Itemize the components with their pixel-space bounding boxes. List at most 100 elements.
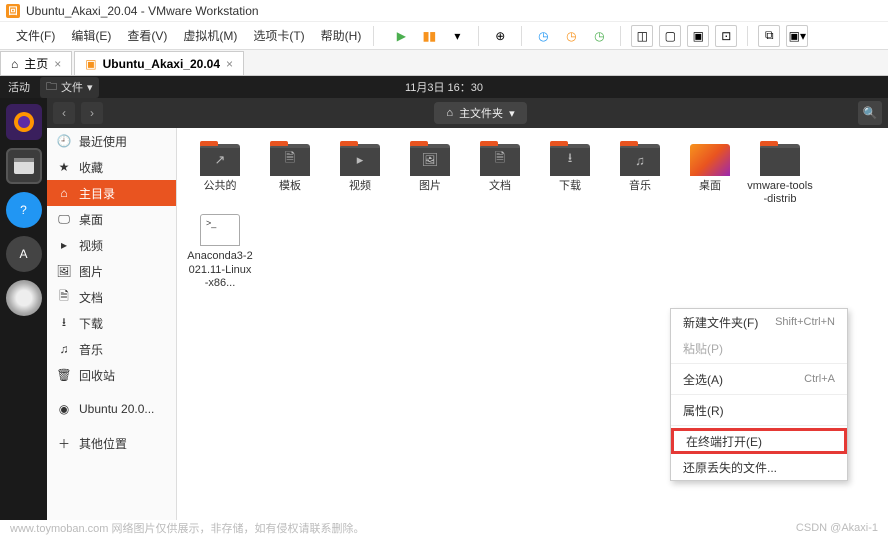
dvd-icon[interactable] bbox=[6, 280, 42, 316]
activities-button[interactable]: 活动 bbox=[8, 79, 30, 95]
folder-icon bbox=[760, 144, 800, 176]
file-label: Anaconda3-2021.11-Linux-x86... bbox=[187, 250, 253, 290]
context-menu-item[interactable]: 在终端打开(E) bbox=[671, 428, 847, 454]
sidebar-icon: 🗑 bbox=[57, 368, 71, 382]
file-item[interactable]: 🗎文档 bbox=[465, 140, 535, 210]
context-menu-item[interactable]: 全选(A)Ctrl+A bbox=[671, 366, 847, 392]
tool-button[interactable]: ◷ bbox=[532, 25, 554, 47]
layout-button[interactable]: ▢ bbox=[659, 25, 681, 47]
file-grid-area[interactable]: ↗公共的🗎模板▸视频🖼图片🗎文档⭳下载♫音乐桌面vmware-tools-dis… bbox=[177, 128, 888, 520]
menu-item[interactable]: 文件(F) bbox=[8, 27, 63, 44]
file-label: 图片 bbox=[419, 180, 441, 193]
folder-icon: ⭳ bbox=[550, 144, 590, 176]
vmware-logo-icon: 回 bbox=[6, 4, 20, 18]
file-item[interactable]: ↗公共的 bbox=[185, 140, 255, 210]
sidebar-device[interactable]: ◉ Ubuntu 20.0... bbox=[47, 396, 176, 422]
app-menu-label: 文件 bbox=[61, 79, 83, 95]
context-menu-item[interactable]: 新建文件夹(F)Shift+Ctrl+N bbox=[671, 309, 847, 335]
file-item[interactable]: Anaconda3-2021.11-Linux-x86... bbox=[185, 210, 255, 294]
menu-item[interactable]: 查看(V) bbox=[119, 27, 175, 44]
term-icon bbox=[200, 214, 240, 246]
sidebar-other-locations[interactable]: ＋ 其他位置 bbox=[47, 430, 176, 456]
sidebar-item[interactable]: ♫ 音乐 bbox=[47, 336, 176, 362]
clock[interactable]: 11月3日 16：30 bbox=[405, 79, 483, 95]
close-icon[interactable]: × bbox=[54, 57, 61, 71]
gnome-top-bar: 活动 🗀 文件 ▾ 11月3日 16：30 bbox=[0, 76, 888, 98]
sidebar-icon: 🕘 bbox=[57, 134, 71, 148]
folder-icon: 🗎 bbox=[270, 144, 310, 176]
tool-button[interactable]: ◷ bbox=[560, 25, 582, 47]
watermark-footer: www.toymoban.com 网络图片仅供展示，非存储，如有侵权请联系删除。… bbox=[0, 520, 888, 536]
sidebar-item[interactable]: 🖼图片 bbox=[47, 258, 176, 284]
software-updater-icon[interactable]: A bbox=[6, 236, 42, 272]
snapshot-button[interactable]: ⊕ bbox=[489, 25, 511, 47]
file-item[interactable]: 🗎模板 bbox=[255, 140, 325, 210]
file-item[interactable]: 桌面 bbox=[675, 140, 745, 210]
fullscreen-button[interactable]: ▣▾ bbox=[786, 25, 808, 47]
sidebar-icon: ★ bbox=[57, 160, 71, 174]
files-icon[interactable] bbox=[6, 148, 42, 184]
sidebar-item[interactable]: ⌂主目录 bbox=[47, 180, 176, 206]
folder-icon: ↗ bbox=[200, 144, 240, 176]
console-button[interactable]: ⧉ bbox=[758, 25, 780, 47]
file-label: 下载 bbox=[559, 180, 581, 193]
firefox-icon[interactable] bbox=[6, 104, 42, 140]
folder-icon: 🖼 bbox=[410, 144, 450, 176]
sidebar-item-label: 文档 bbox=[79, 289, 103, 306]
sidebar-item[interactable]: 🕘最近使用 bbox=[47, 128, 176, 154]
app-menu[interactable]: 🗀 文件 ▾ bbox=[40, 77, 99, 98]
menu-item[interactable]: 编辑(E) bbox=[63, 27, 119, 44]
file-item[interactable]: ♫音乐 bbox=[605, 140, 675, 210]
layout-button[interactable]: ⊡ bbox=[715, 25, 737, 47]
file-item[interactable]: ⭳ 下载 bbox=[535, 140, 605, 210]
chevron-down-icon: ▾ bbox=[87, 81, 93, 94]
sidebar-icon: ▸ bbox=[57, 238, 71, 252]
tab-label: Ubuntu_Akaxi_20.04 bbox=[103, 57, 220, 71]
layout-button[interactable]: ◫ bbox=[631, 25, 653, 47]
file-item[interactable]: 🖼 图片 bbox=[395, 140, 465, 210]
sidebar-icon: 🗎 bbox=[57, 287, 71, 308]
folder-icon: ▸ bbox=[340, 144, 380, 176]
vm-icon: ▣ bbox=[85, 57, 96, 71]
context-menu-item[interactable]: 还原丢失的文件... bbox=[671, 454, 847, 480]
context-menu-item[interactable]: 属性(R) bbox=[671, 397, 847, 423]
file-item[interactable]: vmware-tools-distrib bbox=[745, 140, 815, 210]
tab-vm[interactable]: ▣ Ubuntu_Akaxi_20.04 × bbox=[74, 51, 244, 75]
sidebar-item[interactable]: 🗑回收站 bbox=[47, 362, 176, 388]
vm-display: 活动 🗀 文件 ▾ 11月3日 16：30 ? A ‹ › ⌂ 主文件夹 ▾ 🔍… bbox=[0, 76, 888, 520]
menu-item-label: 在终端打开(E) bbox=[686, 433, 762, 450]
plus-icon: ＋ bbox=[57, 435, 71, 452]
tool-button[interactable]: ◷ bbox=[588, 25, 610, 47]
dropdown-button[interactable]: ▾ bbox=[446, 25, 468, 47]
search-button[interactable]: 🔍 bbox=[858, 101, 882, 125]
sidebar-item[interactable]: 🗎 文档 bbox=[47, 284, 176, 310]
path-bar[interactable]: ⌂ 主文件夹 ▾ bbox=[434, 102, 526, 124]
menu-item[interactable]: 选项卡(T) bbox=[245, 27, 312, 44]
menu-item-label: 还原丢失的文件... bbox=[683, 459, 777, 476]
sidebar-item[interactable]: ▸视频 bbox=[47, 232, 176, 258]
menu-item[interactable]: 帮助(H) bbox=[313, 27, 370, 44]
nautilus-sidebar: 🕘最近使用★收藏⌂主目录🖵桌面▸视频🖼图片 🗎 文档 ⭳下载 ♫ 音乐 🗑回收站 ◉ Ubu… bbox=[47, 128, 177, 520]
forward-button[interactable]: › bbox=[81, 102, 103, 124]
window-title: Ubuntu_Akaxi_20.04 - VMware Workstation bbox=[26, 4, 259, 18]
nautilus-toolbar: ‹ › ⌂ 主文件夹 ▾ 🔍 bbox=[47, 98, 888, 128]
vmware-menubar: 文件(F)编辑(E)查看(V)虚拟机(M)选项卡(T)帮助(H) ▶ ▮▮ ▾ … bbox=[0, 22, 888, 50]
sidebar-item[interactable]: ⭳下载 bbox=[47, 310, 176, 336]
layout-button[interactable]: ▣ bbox=[687, 25, 709, 47]
sidebar-item-label: 音乐 bbox=[79, 341, 103, 358]
back-button[interactable]: ‹ bbox=[53, 102, 75, 124]
sidebar-item-label: 桌面 bbox=[79, 211, 103, 228]
vmware-titlebar: 回 Ubuntu_Akaxi_20.04 - VMware Workstatio… bbox=[0, 0, 888, 22]
sidebar-item[interactable]: ★收藏 bbox=[47, 154, 176, 180]
menu-item[interactable]: 虚拟机(M) bbox=[175, 27, 245, 44]
tab-home[interactable]: ⌂ 主页 × bbox=[0, 51, 72, 75]
help-icon[interactable]: ? bbox=[6, 192, 42, 228]
chevron-down-icon: ▾ bbox=[509, 107, 515, 120]
pause-button[interactable]: ▮▮ bbox=[418, 25, 440, 47]
file-label: 文档 bbox=[489, 180, 511, 193]
sidebar-icon: ♫ bbox=[57, 342, 71, 356]
play-button[interactable]: ▶ bbox=[390, 25, 412, 47]
close-icon[interactable]: × bbox=[226, 57, 233, 71]
sidebar-item[interactable]: 🖵桌面 bbox=[47, 206, 176, 232]
file-item[interactable]: ▸视频 bbox=[325, 140, 395, 210]
